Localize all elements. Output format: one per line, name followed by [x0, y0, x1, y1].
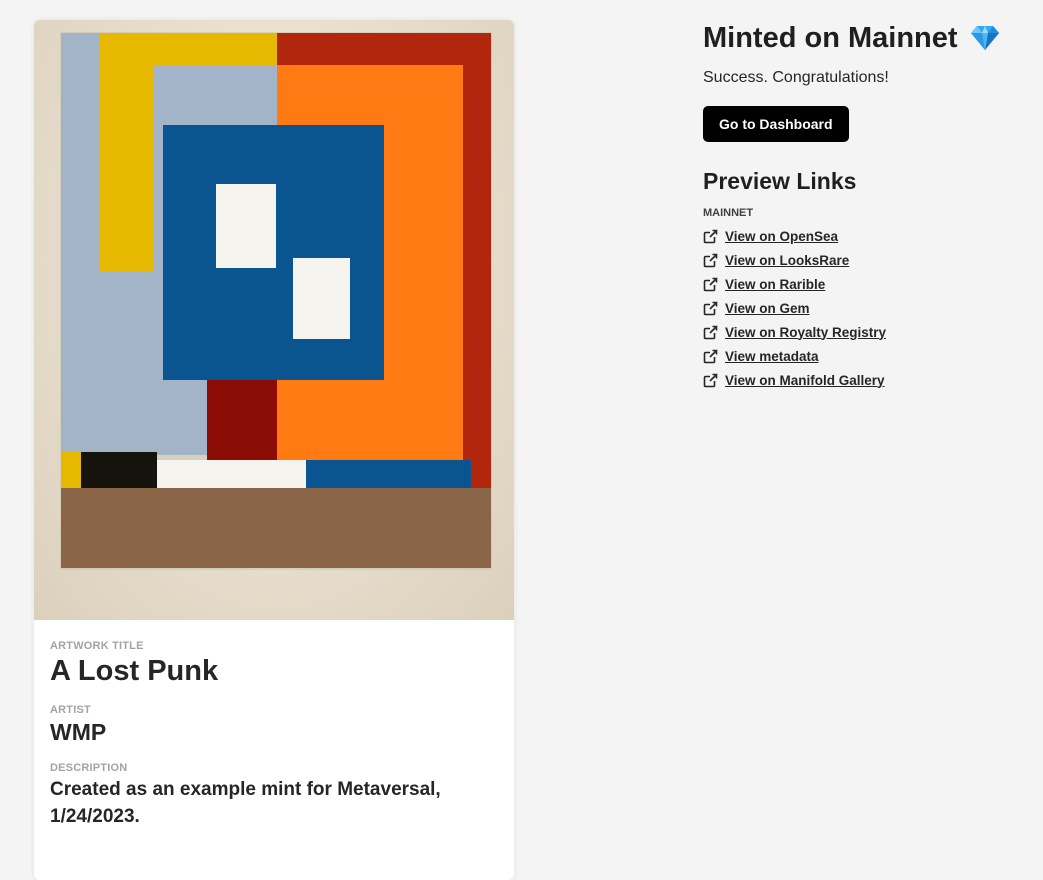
page-title: Minted on Mainnet [703, 21, 958, 54]
artwork-description: Created as an example mint for Metaversa… [50, 779, 441, 827]
go-to-dashboard-button[interactable]: Go to Dashboard [703, 106, 849, 142]
network-label: MAINNET [703, 207, 754, 219]
preview-link-label[interactable]: View on Royalty Registry [725, 325, 886, 340]
preview-link-opensea[interactable]: View on OpenSea [703, 224, 1033, 248]
artist-name: WMP [50, 719, 107, 745]
preview-link-label[interactable]: View on Gem [725, 301, 810, 316]
preview-link-label[interactable]: View on LooksRare [725, 253, 849, 268]
diamond-icon [970, 25, 1000, 51]
page-heading: Minted on Mainnet [703, 18, 1033, 58]
artwork-title-label: ARTWORK TITLE [50, 640, 144, 652]
external-link-icon [703, 349, 718, 364]
preview-links-list: View on OpenSea View on LooksRare View o… [703, 224, 1033, 392]
external-link-icon [703, 277, 718, 292]
preview-link-metadata[interactable]: View metadata [703, 344, 1033, 368]
artwork-card: ARTWORK TITLE A Lost Punk ARTIST WMP DES… [34, 20, 514, 880]
preview-link-label[interactable]: View metadata [725, 349, 819, 364]
artwork-details: ARTWORK TITLE A Lost Punk ARTIST WMP DES… [50, 640, 490, 830]
external-link-icon [703, 253, 718, 268]
preview-link-label[interactable]: View on Manifold Gallery [725, 373, 885, 388]
external-link-icon [703, 373, 718, 388]
description-label: DESCRIPTION [50, 762, 128, 774]
preview-link-looksrare[interactable]: View on LooksRare [703, 248, 1033, 272]
preview-link-rarible[interactable]: View on Rarible [703, 272, 1033, 296]
artwork-painting [60, 32, 492, 570]
external-link-icon [703, 229, 718, 244]
mint-status-panel: Minted on Mainnet Success. Congratulatio… [703, 18, 1033, 392]
artwork-image [34, 20, 514, 620]
preview-link-gem[interactable]: View on Gem [703, 296, 1033, 320]
preview-link-label[interactable]: View on OpenSea [725, 229, 838, 244]
artwork-title: A Lost Punk [50, 655, 219, 687]
success-message: Success. Congratulations! [703, 69, 889, 86]
preview-link-manifold-gallery[interactable]: View on Manifold Gallery [703, 368, 1033, 392]
preview-link-label[interactable]: View on Rarible [725, 277, 825, 292]
preview-links-title: Preview Links [703, 168, 857, 194]
external-link-icon [703, 325, 718, 340]
artist-label: ARTIST [50, 704, 91, 716]
external-link-icon [703, 301, 718, 316]
preview-link-royalty-registry[interactable]: View on Royalty Registry [703, 320, 1033, 344]
